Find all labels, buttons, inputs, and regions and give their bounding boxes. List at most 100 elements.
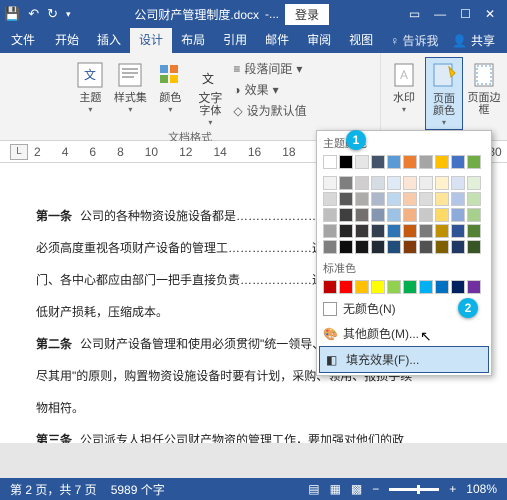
- color-swatch[interactable]: [339, 176, 353, 190]
- zoom-slider[interactable]: [389, 488, 439, 491]
- color-swatch[interactable]: [435, 240, 449, 254]
- tab-references[interactable]: 引用: [214, 28, 256, 53]
- share-button[interactable]: 👤共享: [440, 32, 507, 49]
- color-swatch[interactable]: [339, 155, 353, 169]
- color-swatch[interactable]: [371, 208, 385, 222]
- effects-button[interactable]: ◑效果 ▾: [231, 80, 308, 99]
- color-swatch[interactable]: [435, 155, 449, 169]
- maximize-icon[interactable]: ☐: [460, 7, 471, 21]
- color-swatch[interactable]: [355, 192, 369, 206]
- ribbon-options-icon[interactable]: ▭: [409, 7, 420, 21]
- fill-effects-item[interactable]: ◧填充效果(F)...: [319, 346, 489, 373]
- color-swatch[interactable]: [451, 192, 465, 206]
- redo-icon[interactable]: ↻: [47, 6, 58, 22]
- color-swatch[interactable]: [435, 176, 449, 190]
- color-swatch[interactable]: [355, 240, 369, 254]
- color-swatch[interactable]: [467, 240, 481, 254]
- color-swatch[interactable]: [323, 208, 337, 222]
- color-swatch[interactable]: [403, 240, 417, 254]
- zoom-out-icon[interactable]: −: [372, 482, 379, 496]
- color-swatch[interactable]: [419, 280, 433, 294]
- color-swatch[interactable]: [387, 240, 401, 254]
- color-swatch[interactable]: [355, 155, 369, 169]
- color-swatch[interactable]: [419, 155, 433, 169]
- minimize-icon[interactable]: —: [434, 7, 446, 21]
- view-read-icon[interactable]: ▤: [308, 482, 319, 496]
- color-swatch[interactable]: [419, 240, 433, 254]
- tab-review[interactable]: 审阅: [298, 28, 340, 53]
- color-swatch[interactable]: [371, 224, 385, 238]
- tab-insert[interactable]: 插入: [88, 28, 130, 53]
- view-print-icon[interactable]: ▦: [330, 482, 341, 496]
- color-swatch[interactable]: [339, 280, 353, 294]
- color-swatch[interactable]: [419, 208, 433, 222]
- tab-selector[interactable]: L: [10, 144, 28, 160]
- color-swatch[interactable]: [403, 192, 417, 206]
- page-indicator[interactable]: 第 2 页，共 7 页: [10, 481, 97, 498]
- color-swatch[interactable]: [355, 176, 369, 190]
- zoom-in-icon[interactable]: +: [449, 482, 456, 496]
- page-color-button[interactable]: 页面颜色▾: [425, 57, 463, 130]
- color-swatch[interactable]: [371, 176, 385, 190]
- word-count[interactable]: 5989 个字: [111, 481, 165, 498]
- close-icon[interactable]: ✕: [485, 7, 495, 21]
- colors-button[interactable]: 颜色▾: [151, 57, 189, 116]
- themes-button[interactable]: 文 主题▾: [71, 57, 109, 116]
- color-swatch[interactable]: [435, 224, 449, 238]
- tab-mailings[interactable]: 邮件: [256, 28, 298, 53]
- color-swatch[interactable]: [371, 240, 385, 254]
- color-swatch[interactable]: [467, 155, 481, 169]
- color-swatch[interactable]: [419, 192, 433, 206]
- color-swatch[interactable]: [435, 208, 449, 222]
- more-colors-item[interactable]: 🎨其他颜色(M)...: [317, 321, 491, 346]
- color-swatch[interactable]: [339, 192, 353, 206]
- color-swatch[interactable]: [467, 208, 481, 222]
- color-swatch[interactable]: [403, 176, 417, 190]
- login-button[interactable]: 登录: [285, 4, 329, 25]
- color-swatch[interactable]: [419, 176, 433, 190]
- watermark-button[interactable]: A 水印▾: [385, 57, 423, 116]
- color-swatch[interactable]: [403, 208, 417, 222]
- color-swatch[interactable]: [451, 240, 465, 254]
- color-swatch[interactable]: [371, 192, 385, 206]
- color-swatch[interactable]: [451, 176, 465, 190]
- color-swatch[interactable]: [403, 224, 417, 238]
- paragraph-spacing-button[interactable]: ≡段落间距 ▾: [231, 59, 308, 78]
- color-swatch[interactable]: [387, 192, 401, 206]
- color-swatch[interactable]: [403, 155, 417, 169]
- color-swatch[interactable]: [467, 224, 481, 238]
- tab-view[interactable]: 视图: [340, 28, 382, 53]
- zoom-level[interactable]: 108%: [466, 482, 497, 496]
- color-swatch[interactable]: [435, 280, 449, 294]
- color-swatch[interactable]: [355, 208, 369, 222]
- set-default-button[interactable]: ◇设为默认值: [231, 101, 308, 120]
- color-swatch[interactable]: [323, 280, 337, 294]
- color-swatch[interactable]: [451, 208, 465, 222]
- tab-home[interactable]: 开始: [46, 28, 88, 53]
- color-swatch[interactable]: [467, 280, 481, 294]
- color-swatch[interactable]: [387, 280, 401, 294]
- tab-file[interactable]: 文件: [0, 28, 46, 53]
- color-swatch[interactable]: [387, 224, 401, 238]
- color-swatch[interactable]: [355, 280, 369, 294]
- color-swatch[interactable]: [387, 176, 401, 190]
- color-swatch[interactable]: [339, 240, 353, 254]
- color-swatch[interactable]: [323, 224, 337, 238]
- color-swatch[interactable]: [355, 224, 369, 238]
- tab-layout[interactable]: 布局: [172, 28, 214, 53]
- color-swatch[interactable]: [371, 155, 385, 169]
- fonts-button[interactable]: 文 文字字体▾: [191, 57, 229, 129]
- color-swatch[interactable]: [451, 224, 465, 238]
- color-swatch[interactable]: [419, 224, 433, 238]
- styleset-button[interactable]: 样式集▾: [111, 57, 149, 116]
- color-swatch[interactable]: [467, 192, 481, 206]
- color-swatch[interactable]: [339, 224, 353, 238]
- tell-me[interactable]: ♀ 告诉我: [390, 32, 438, 49]
- color-swatch[interactable]: [323, 176, 337, 190]
- tab-design[interactable]: 设计: [130, 28, 172, 53]
- color-swatch[interactable]: [339, 208, 353, 222]
- color-swatch[interactable]: [451, 280, 465, 294]
- color-swatch[interactable]: [403, 280, 417, 294]
- page-borders-button[interactable]: 页面边框: [465, 57, 503, 118]
- color-swatch[interactable]: [323, 240, 337, 254]
